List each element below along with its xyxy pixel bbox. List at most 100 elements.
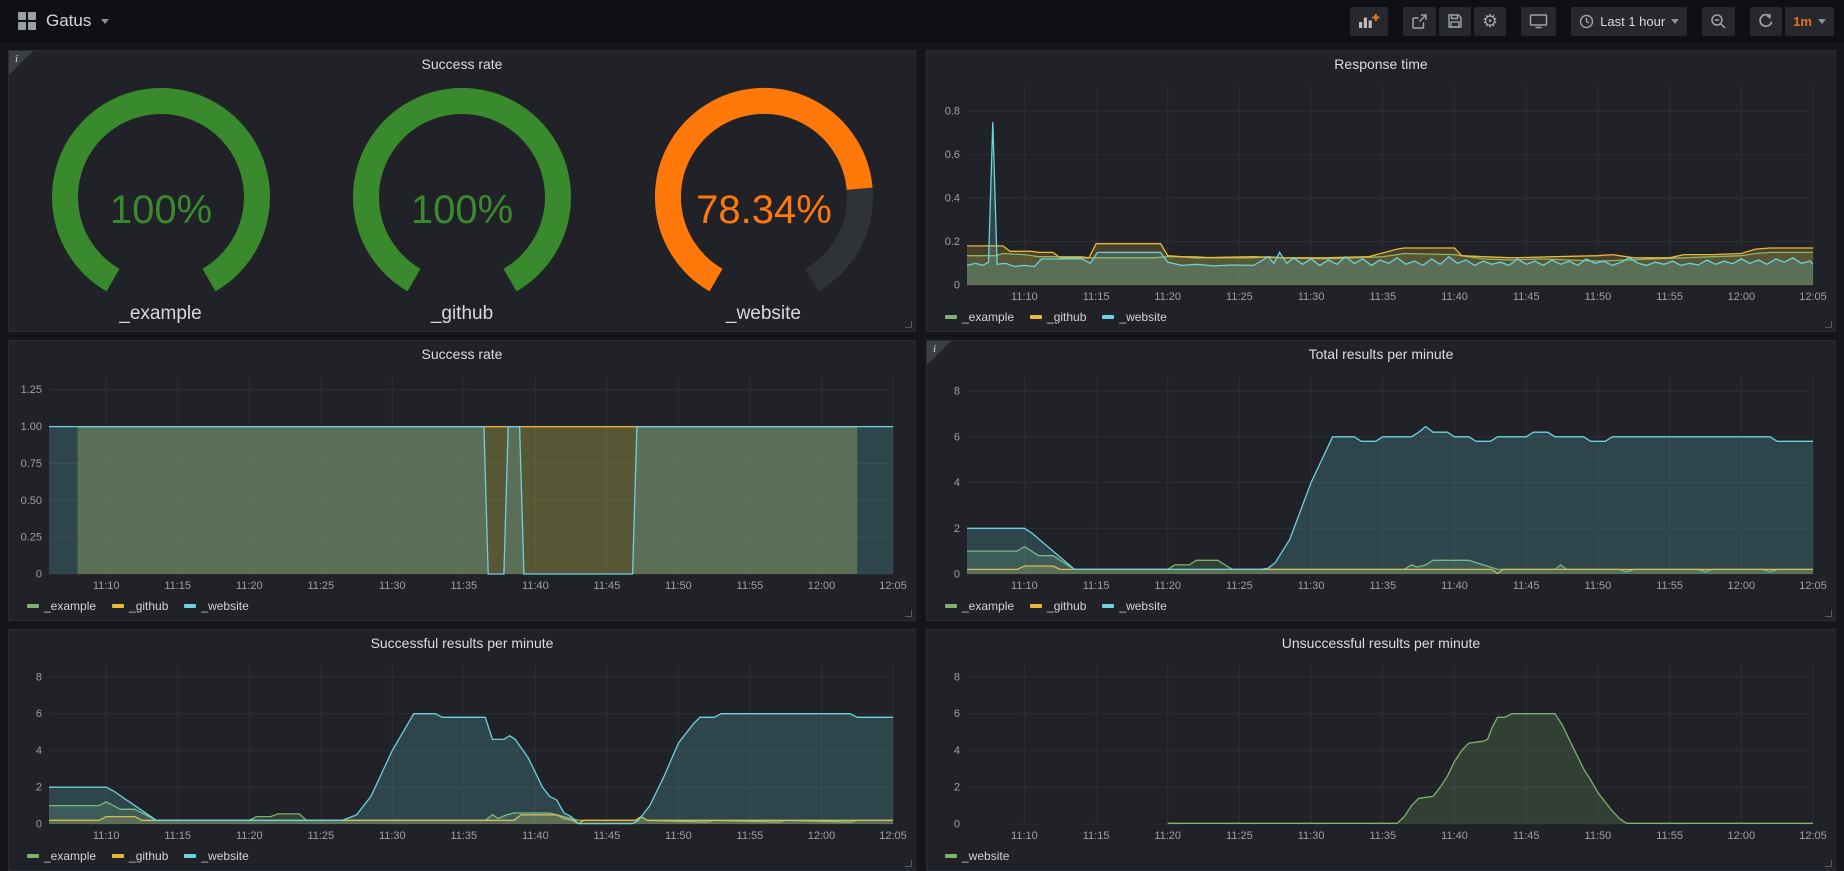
legend-swatch	[184, 854, 196, 858]
x-tick-label: 11:25	[1226, 830, 1253, 842]
panel-info-corner[interactable]	[9, 51, 33, 75]
x-tick-label: 11:10	[1011, 291, 1038, 303]
x-tick-label: 12:00	[808, 830, 836, 842]
x-tick-label: 12:00	[808, 580, 836, 592]
x-tick-label: 11:25	[1226, 291, 1253, 303]
refresh-icon	[1758, 13, 1774, 29]
panel-success-rate-graph: Success rate 11:1011:1511:2011:2511:3011…	[8, 340, 916, 621]
legend: _example _github _website	[15, 596, 909, 616]
panel-response-time: Response time 11:1011:1511:2011:2511:301…	[926, 50, 1836, 332]
panel-title[interactable]: Success rate	[9, 341, 915, 367]
refresh-button[interactable]	[1750, 7, 1782, 36]
gauge-label: _example	[119, 303, 201, 325]
legend-item-_github[interactable]: _github	[1030, 599, 1086, 613]
legend-label: _example	[44, 599, 96, 613]
x-tick-label: 11:20	[236, 580, 263, 592]
y-tick-label: 1.00	[21, 421, 42, 433]
y-tick-label: 8	[954, 671, 960, 683]
resize-handle[interactable]	[1825, 321, 1832, 328]
series-line-_website	[967, 122, 1813, 267]
legend: _example _github _website	[933, 307, 1829, 327]
refresh-interval-dropdown[interactable]: 1m	[1785, 7, 1834, 36]
legend-item-_github[interactable]: _github	[112, 849, 168, 863]
resize-handle[interactable]	[905, 860, 912, 867]
legend-swatch	[945, 604, 957, 608]
dashboard-caret-icon[interactable]	[101, 19, 109, 24]
legend-item-_website[interactable]: _website	[184, 599, 248, 613]
x-tick-label: 12:05	[1799, 580, 1827, 592]
time-picker-button[interactable]: Last 1 hour	[1571, 7, 1687, 36]
legend-label: _example	[44, 849, 96, 863]
legend-item-_website[interactable]: _website	[945, 849, 1009, 863]
x-tick-label: 11:20	[1154, 580, 1181, 592]
legend-item-_website[interactable]: _website	[184, 849, 248, 863]
panel-title[interactable]: Response time	[927, 51, 1835, 77]
tv-mode-button[interactable]	[1521, 7, 1556, 36]
gauge-value: 100%	[411, 188, 513, 232]
gauge-_example: 100%_example	[11, 79, 311, 325]
panel-title[interactable]: Success rate	[9, 51, 915, 77]
legend-item-_example[interactable]: _example	[945, 310, 1014, 324]
legend-item-_example[interactable]: _example	[27, 599, 96, 613]
resize-handle[interactable]	[1825, 860, 1832, 867]
panel-success-rate-gauges: i Success rate 100%_example100%_github78…	[8, 50, 916, 332]
resize-handle[interactable]	[1825, 610, 1832, 617]
y-tick-label: 6	[954, 708, 960, 720]
chart-total-results[interactable]: 11:1011:1511:2011:2511:3011:3511:4011:45…	[933, 367, 1829, 596]
dashboard-title[interactable]: Gatus	[46, 11, 91, 31]
x-tick-label: 11:30	[1298, 580, 1325, 592]
x-tick-label: 11:35	[1369, 291, 1396, 303]
panel-info-corner[interactable]	[927, 341, 951, 365]
x-tick-label: 11:45	[594, 830, 621, 842]
x-tick-label: 11:25	[307, 580, 334, 592]
x-tick-label: 11:20	[236, 830, 263, 842]
chart-success-rate[interactable]: 11:1011:1511:2011:2511:3011:3511:4011:45…	[15, 367, 909, 596]
resize-handle[interactable]	[905, 321, 912, 328]
zoom-out-button[interactable]	[1702, 7, 1735, 36]
y-tick-label: 0	[954, 569, 960, 581]
chart-area: 11:1011:1511:2011:2511:3011:3511:4011:45…	[15, 367, 909, 616]
y-tick-label: 8	[954, 386, 960, 398]
chart-unsuccessful-results[interactable]: 11:1011:1511:2011:2511:3011:3511:4011:45…	[933, 656, 1829, 846]
chart-response-time[interactable]: 11:1011:1511:2011:2511:3011:3511:4011:45…	[933, 77, 1829, 307]
legend-label: _website	[201, 849, 248, 863]
settings-button[interactable]: ⚙	[1474, 7, 1506, 36]
dashboard-grid-icon[interactable]	[18, 12, 36, 30]
legend-label: _website	[1119, 310, 1166, 324]
x-tick-label: 11:15	[1083, 830, 1110, 842]
chart-area: 11:1011:1511:2011:2511:3011:3511:4011:45…	[933, 77, 1829, 327]
legend-item-_example[interactable]: _example	[945, 599, 1014, 613]
legend-item-_website[interactable]: _website	[1102, 310, 1166, 324]
save-button[interactable]	[1439, 7, 1471, 36]
x-tick-label: 11:15	[164, 580, 191, 592]
y-tick-label: 0.25	[21, 532, 42, 544]
panel-title[interactable]: Unsuccessful results per minute	[927, 630, 1835, 656]
chart-area: 11:1011:1511:2011:2511:3011:3511:4011:45…	[15, 656, 909, 866]
panel-title[interactable]: Successful results per minute	[9, 630, 915, 656]
x-tick-label: 11:45	[1513, 291, 1540, 303]
time-picker-caret-icon	[1671, 19, 1679, 24]
chart-successful-results[interactable]: 11:1011:1511:2011:2511:3011:3511:4011:45…	[15, 656, 909, 846]
x-tick-label: 11:50	[1585, 830, 1612, 842]
series-area-_website	[1168, 714, 1813, 824]
legend: _website	[933, 846, 1829, 866]
x-tick-label: 11:50	[665, 580, 692, 592]
panel-title[interactable]: Total results per minute	[927, 341, 1835, 367]
share-icon	[1411, 13, 1428, 30]
legend-swatch	[112, 604, 124, 608]
gauge-_github: 100%_github	[312, 79, 612, 325]
x-tick-label: 12:05	[1799, 830, 1827, 842]
add-panel-button[interactable]	[1350, 7, 1388, 36]
series-area-_website	[967, 427, 1813, 575]
legend-item-_github[interactable]: _github	[112, 599, 168, 613]
legend-label: _website	[1119, 599, 1166, 613]
legend-item-_website[interactable]: _website	[1102, 599, 1166, 613]
gauge-row: 100%_example100%_github78.34%_website	[9, 79, 915, 325]
share-button[interactable]	[1403, 7, 1436, 36]
resize-handle[interactable]	[905, 610, 912, 617]
legend-swatch	[27, 604, 39, 608]
series-area-_website	[49, 427, 893, 574]
legend-item-_example[interactable]: _example	[27, 849, 96, 863]
legend-item-_github[interactable]: _github	[1030, 310, 1086, 324]
x-tick-label: 11:10	[1011, 580, 1038, 592]
